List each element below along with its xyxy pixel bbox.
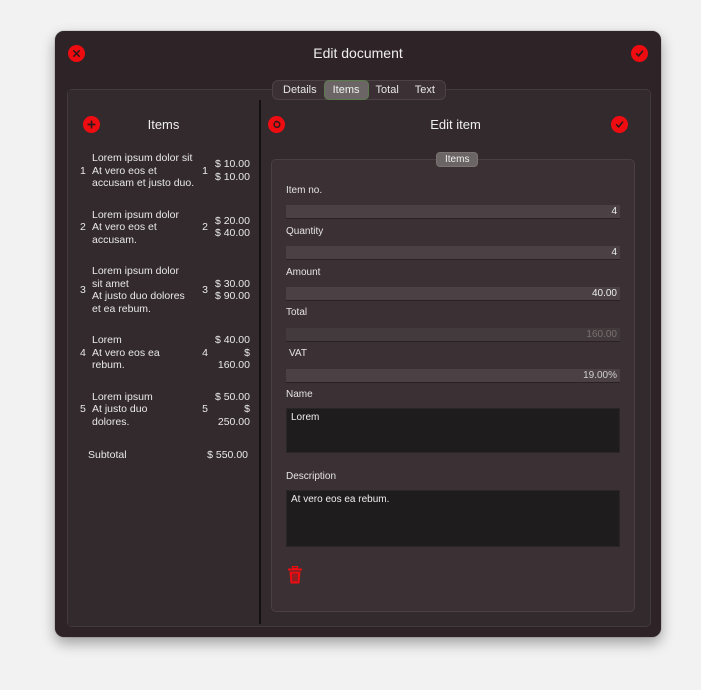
total-field: 160.00 <box>286 328 620 342</box>
list-item[interactable]: 5 Lorem ipsum At justo duo dolores. 5 $ 50.00… <box>80 391 250 429</box>
item-text-line: accusam. <box>92 233 137 246</box>
item-quantity: 5 <box>202 403 208 415</box>
item-amount: $ 40.00 <box>214 334 250 346</box>
name-label: Name <box>286 389 313 400</box>
total-value: 160.00 <box>586 329 617 340</box>
total-label: Total <box>286 307 308 318</box>
tab-text[interactable]: Text <box>407 81 443 99</box>
item-no-field[interactable]: 4 <box>286 205 620 219</box>
item-number: 4 <box>80 346 86 359</box>
tab-items[interactable]: Items <box>324 81 368 99</box>
edit-document-window: Edit document Details Items Total Text I… <box>55 31 661 637</box>
item-number: 5 <box>80 403 86 415</box>
edit-item-pane: Edit item Items Item no. 4 Quantity 4 Am… <box>261 90 650 626</box>
amount-value: 40.00 <box>591 288 617 299</box>
items-pane: Items 1 Lorem ipsum dolor sit At vero eos … <box>68 90 259 626</box>
subtotal-row: Subtotal $ 550.00 <box>88 449 248 461</box>
quantity-value: 4 <box>611 247 617 258</box>
save-item-button[interactable] <box>611 116 628 133</box>
item-no-label: Item no. <box>286 185 323 196</box>
item-text-line: dolores. <box>92 415 130 428</box>
description-textarea[interactable]: At vero eos ea rebum. <box>286 490 620 547</box>
item-total: $ 10.00 <box>214 170 250 183</box>
list-item[interactable]: 2 Lorem ipsum dolor At vero eos et accusam.… <box>80 209 250 247</box>
confirm-button[interactable] <box>631 45 648 62</box>
item-form-group: Items Item no. 4 Quantity 4 Amount 40.00… <box>271 152 635 612</box>
quantity-field[interactable]: 4 <box>286 246 620 260</box>
quantity-label: Quantity <box>286 226 324 237</box>
item-text: Lorem ipsum dolor sit amet At justo duo do… <box>92 265 200 315</box>
item-amount: $ 30.00 <box>214 277 250 290</box>
item-total: $ 40.00 <box>214 227 250 240</box>
item-text-line: At justo duo dolores <box>92 290 185 302</box>
item-number: 2 <box>80 221 86 233</box>
item-amount: $ 20.00 <box>214 214 250 227</box>
item-text: Lorem At vero eos ea rebum. <box>92 334 200 372</box>
edit-item-title: Edit item <box>430 117 481 132</box>
tab-content: Items 1 Lorem ipsum dolor sit At vero eos … <box>67 89 651 627</box>
item-text-line: At justo duo <box>92 403 148 415</box>
item-prices: $ 50.00 $ 250.00 <box>210 391 250 429</box>
item-text-line: sit amet <box>92 277 129 290</box>
item-number: 1 <box>80 164 86 177</box>
item-quantity: 1 <box>202 164 208 177</box>
tab-bar: Details Items Total Text <box>272 80 446 100</box>
amount-field[interactable]: 40.00 <box>286 287 620 301</box>
item-amount: $ 50.00 <box>214 390 250 403</box>
list-item[interactable]: 1 Lorem ipsum dolor sit At vero eos et accu… <box>80 152 250 190</box>
item-text-line: Lorem <box>92 334 122 346</box>
name-textarea[interactable]: Lorem <box>286 408 620 453</box>
items-pane-title: Items <box>147 117 180 132</box>
vat-value: 19.00% <box>583 370 617 381</box>
item-text: Lorem ipsum dolor At vero eos et accusam. <box>92 209 200 247</box>
delete-item-button[interactable] <box>288 566 302 584</box>
item-prices: $ 10.00 $ 10.00 <box>210 158 250 183</box>
checkmark-icon <box>615 121 624 128</box>
trash-icon <box>288 566 302 584</box>
item-prices: $ 40.00 $ 160.00 <box>210 334 250 372</box>
item-text-line: Lorem ipsum dolor sit <box>92 152 193 164</box>
item-prices: $ 20.00 $ 40.00 <box>210 215 250 240</box>
item-text-line: At vero eos et <box>92 164 157 177</box>
item-prices: $ 30.00 $ 90.00 <box>210 278 250 303</box>
vat-field[interactable]: 19.00% <box>286 369 620 383</box>
tab-details[interactable]: Details <box>275 81 325 99</box>
item-text-line: At vero eos et <box>92 221 157 233</box>
item-text: Lorem ipsum dolor sit At vero eos et accus… <box>92 152 200 190</box>
item-total: $ 250.00 <box>217 403 250 428</box>
tab-total[interactable]: Total <box>368 81 407 99</box>
item-quantity: 2 <box>202 221 208 233</box>
item-total: $ 160.00 <box>217 346 250 372</box>
item-text-line: rebum. <box>92 359 125 371</box>
item-text-line: Lorem ipsum <box>92 390 153 403</box>
item-text: Lorem ipsum At justo duo dolores. <box>92 391 200 429</box>
subtotal-value: $ 550.00 <box>207 449 248 461</box>
item-text-line: Lorem ipsum dolor <box>92 208 179 221</box>
vat-label: VAT <box>289 348 307 359</box>
item-quantity: 3 <box>202 283 208 296</box>
subtotal-label: Subtotal <box>88 449 127 461</box>
item-quantity: 4 <box>202 346 208 359</box>
item-text-line: accusam et justo duo. <box>92 177 195 189</box>
item-total: $ 90.00 <box>214 290 250 302</box>
item-text-line: et ea rebum. <box>92 302 151 315</box>
description-label: Description <box>286 471 337 482</box>
checkmark-icon <box>635 50 644 57</box>
items-list: 1 Lorem ipsum dolor sit At vero eos et accu… <box>80 152 250 447</box>
window-title: Edit document <box>313 45 403 61</box>
amount-label: Amount <box>286 267 321 278</box>
item-no-value: 4 <box>611 206 617 217</box>
item-number: 3 <box>80 283 86 296</box>
item-text-line: Lorem ipsum dolor <box>92 265 179 277</box>
list-item[interactable]: 4 Lorem At vero eos ea rebum. 4 $ 40.00 $ 160.… <box>80 334 250 372</box>
list-item[interactable]: 3 Lorem ipsum dolor sit amet At justo duo d… <box>80 265 250 315</box>
item-amount: $ 10.00 <box>214 158 250 171</box>
group-label: Items <box>436 152 479 167</box>
item-text-line: At vero eos ea <box>92 346 160 359</box>
